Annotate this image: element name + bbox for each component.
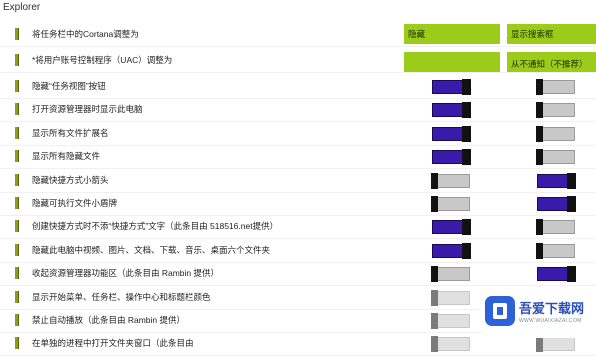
row-bullet-icon bbox=[15, 243, 19, 256]
toggle-switch-col2[interactable] bbox=[537, 172, 576, 189]
setting-row: 隐藏可执行文件小盾牌 bbox=[0, 193, 596, 216]
setting-label: 创建快捷方式时不添“快捷方式”文字（此条目由 518516.net提供） bbox=[32, 221, 279, 232]
toggle-switch-col2[interactable] bbox=[536, 219, 575, 236]
toggle-switch-col1[interactable] bbox=[432, 125, 471, 142]
setting-label: 禁止自动播放（此条目由 Rambin 提供） bbox=[32, 315, 186, 325]
option-show-search-box[interactable]: 显示搜索框 bbox=[507, 24, 596, 44]
row-bullet-icon bbox=[15, 126, 19, 139]
toggle-switch-col2[interactable] bbox=[536, 242, 575, 259]
box-logo-icon bbox=[485, 296, 515, 326]
row-bullet-icon bbox=[15, 290, 19, 303]
row-bullet-icon bbox=[15, 314, 19, 326]
setting-label: 收起资源管理器功能区（此条目由 Rambin 提供） bbox=[32, 268, 220, 279]
setting-row: 创建快捷方式时不添“快捷方式”文字（此条目由 518516.net提供） bbox=[0, 216, 596, 240]
toggle-switch-col1[interactable] bbox=[431, 266, 470, 283]
toggle-switch-col2[interactable] bbox=[536, 336, 575, 353]
toggle-switch-col2[interactable] bbox=[537, 266, 576, 283]
setting-label: 在单独的进程中打开文件夹窗口（此条目由 bbox=[32, 338, 194, 349]
row-bullet-icon bbox=[15, 28, 19, 40]
setting-row: 显示所有隐藏文件 bbox=[0, 146, 596, 170]
toggle-switch-col1[interactable] bbox=[432, 79, 471, 95]
row-bullet-icon bbox=[15, 103, 19, 116]
toggle-switch-col2[interactable] bbox=[536, 102, 575, 119]
setting-row: 收起资源管理器功能区（此条目由 Rambin 提供） bbox=[0, 263, 596, 287]
row-bullet-icon bbox=[15, 220, 19, 233]
row-bullet-icon bbox=[15, 267, 19, 280]
watermark-url: WWW.WUAIXIAZAI.COM bbox=[519, 318, 582, 324]
setting-row-cortana: 将任务栏中的Cortana调整为 隐藏 显示搜索框 bbox=[0, 24, 596, 47]
toggle-switch-col2[interactable] bbox=[536, 125, 575, 142]
row-bullet-icon bbox=[15, 150, 19, 163]
toggle-switch-col1[interactable] bbox=[431, 172, 470, 189]
setting-label: *将用户账号控制程序（UAC）调整为 bbox=[32, 55, 173, 65]
setting-label: 显示所有文件扩展名 bbox=[32, 127, 109, 138]
toggle-switch-col2[interactable] bbox=[536, 79, 575, 95]
setting-label: 隐藏此电脑中视频、图片、文档、下载、音乐、桌面六个文件夹 bbox=[32, 244, 271, 255]
toggle-switch-col1[interactable] bbox=[431, 289, 470, 306]
watermark: 吾爱下载网 WWW.WUAIXIAZAI.COM bbox=[479, 290, 596, 338]
setting-label: 隐藏可执行文件小盾牌 bbox=[32, 198, 118, 208]
setting-label: 显示开始菜单、任务栏、操作中心和标题栏颜色 bbox=[32, 291, 211, 302]
setting-row: 隐藏此电脑中视频、图片、文档、下载、音乐、桌面六个文件夹 bbox=[0, 240, 596, 263]
toggle-switch-col1[interactable] bbox=[431, 196, 470, 212]
setting-label: 显示所有隐藏文件 bbox=[32, 151, 101, 162]
setting-label: 将任务栏中的Cortana调整为 bbox=[32, 29, 139, 39]
toggle-switch-col1[interactable] bbox=[432, 219, 471, 236]
watermark-brand: 吾爱下载网 bbox=[519, 301, 585, 316]
setting-row: 打开资源管理器时显示此电脑 bbox=[0, 99, 596, 123]
row-bullet-icon bbox=[15, 197, 19, 209]
option-hide[interactable]: 隐藏 bbox=[404, 24, 500, 44]
toggle-switch-col1[interactable] bbox=[432, 102, 471, 119]
toggle-switch-col2[interactable] bbox=[537, 196, 576, 212]
setting-label: 隐藏“任务视图”按钮 bbox=[32, 81, 106, 91]
setting-row: 显示所有文件扩展名 bbox=[0, 123, 596, 146]
section-title: Explorer bbox=[3, 2, 41, 13]
toggle-switch-col1[interactable] bbox=[432, 242, 471, 259]
setting-label: 隐藏快捷方式小箭头 bbox=[32, 174, 109, 185]
toggle-switch-col1[interactable] bbox=[432, 149, 471, 166]
row-bullet-icon bbox=[15, 173, 19, 186]
option-uac-never-notify[interactable]: 从不通知（不推荐） bbox=[507, 52, 596, 72]
row-bullet-icon bbox=[15, 80, 19, 92]
setting-row: 隐藏“任务视图”按钮 bbox=[0, 76, 596, 99]
setting-row-uac: *将用户账号控制程序（UAC）调整为 从不通知（不推荐） bbox=[0, 50, 596, 73]
setting-label: 打开资源管理器时显示此电脑 bbox=[32, 104, 143, 115]
box-logo-inner bbox=[493, 303, 507, 319]
setting-row: 隐藏快捷方式小箭头 bbox=[0, 170, 596, 193]
toggle-switch-col2[interactable] bbox=[536, 149, 575, 166]
row-bullet-icon bbox=[15, 337, 19, 350]
row-bullet-icon bbox=[15, 54, 19, 66]
toggle-switch-col1[interactable] bbox=[431, 336, 470, 353]
option-uac-col1[interactable] bbox=[404, 52, 500, 72]
toggle-switch-col1[interactable] bbox=[431, 313, 470, 329]
